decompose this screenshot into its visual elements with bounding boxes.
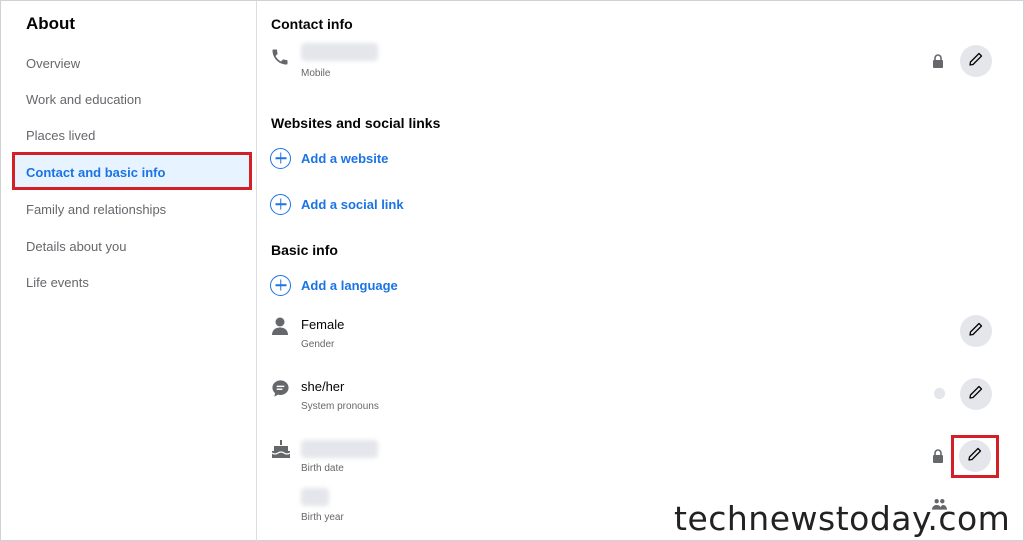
edit-button-highlight bbox=[951, 435, 999, 478]
pencil-icon bbox=[968, 51, 984, 72]
add-social-link-label: Add a social link bbox=[301, 196, 404, 212]
birth-year-label: Birth year bbox=[301, 512, 344, 523]
phone-number-redacted bbox=[301, 43, 378, 61]
about-main: Contact info Mobile Websites and social … bbox=[258, 1, 1024, 541]
gender-label: Gender bbox=[301, 339, 335, 350]
sidebar-item-work-education[interactable]: Work and education bbox=[13, 81, 251, 117]
pronouns-value: she/her bbox=[301, 379, 345, 394]
lock-icon bbox=[931, 53, 945, 69]
birth-year-redacted bbox=[301, 488, 329, 506]
sidebar-item-places-lived[interactable]: Places lived bbox=[13, 117, 251, 153]
add-website-button[interactable]: Add a website bbox=[270, 146, 388, 170]
edit-pronouns-button[interactable] bbox=[960, 378, 992, 410]
speech-bubble-icon bbox=[270, 378, 290, 398]
contact-info-title: Contact info bbox=[271, 16, 353, 32]
pronouns-label: System pronouns bbox=[301, 401, 379, 412]
sidebar-item-details-about-you[interactable]: Details about you bbox=[13, 228, 251, 264]
add-social-link-button[interactable]: Add a social link bbox=[270, 192, 404, 216]
phone-label: Mobile bbox=[301, 68, 331, 79]
globe-icon bbox=[932, 386, 946, 400]
lock-icon bbox=[931, 448, 945, 464]
birth-date-redacted bbox=[301, 440, 378, 458]
phone-icon bbox=[269, 46, 291, 68]
sidebar-item-life-events[interactable]: Life events bbox=[13, 264, 251, 300]
basic-info-title: Basic info bbox=[271, 242, 338, 258]
plus-circle-icon bbox=[270, 274, 291, 296]
add-language-button[interactable]: Add a language bbox=[270, 273, 398, 297]
plus-circle-icon bbox=[270, 147, 291, 169]
sidebar-title: About bbox=[26, 14, 76, 33]
birthday-cake-icon bbox=[270, 438, 292, 460]
active-item-highlight bbox=[12, 152, 252, 190]
birth-date-label: Birth date bbox=[301, 463, 344, 474]
gender-icon bbox=[270, 315, 290, 337]
about-page: About Overview Work and education Places… bbox=[0, 0, 1024, 541]
edit-gender-button[interactable] bbox=[960, 315, 992, 347]
edit-phone-button[interactable] bbox=[960, 45, 992, 77]
pencil-icon bbox=[968, 384, 984, 405]
websites-title: Websites and social links bbox=[271, 115, 441, 131]
add-language-label: Add a language bbox=[301, 277, 398, 293]
about-sidebar: About Overview Work and education Places… bbox=[1, 1, 257, 541]
add-website-label: Add a website bbox=[301, 150, 389, 166]
sidebar-item-overview[interactable]: Overview bbox=[13, 45, 251, 81]
pencil-icon bbox=[968, 321, 984, 342]
gender-value: Female bbox=[301, 317, 345, 332]
plus-circle-icon bbox=[270, 193, 291, 215]
watermark-text: technewstoday.com bbox=[674, 499, 1011, 538]
sidebar-item-family-relationships[interactable]: Family and relationships bbox=[13, 191, 251, 227]
